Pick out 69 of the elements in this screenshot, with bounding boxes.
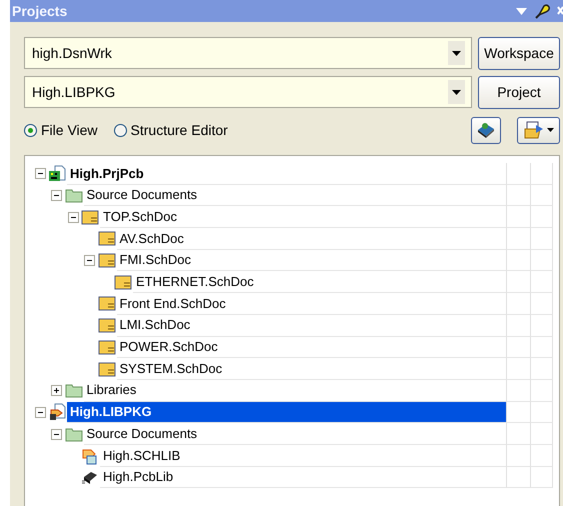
library-package-icon <box>48 403 66 422</box>
schematic-document-icon <box>98 340 116 355</box>
circuit-board-icon <box>48 164 66 183</box>
grid-cell <box>530 380 553 402</box>
grid-cell <box>530 444 553 467</box>
tree-item[interactable]: SYSTEM.SchDoc <box>118 358 224 378</box>
grid-cell <box>530 423 553 445</box>
pin-icon[interactable] <box>535 3 551 19</box>
grid-cell <box>530 402 553 424</box>
grid-cell <box>530 314 553 336</box>
tree-item[interactable]: High.LIBPKG <box>68 402 154 422</box>
grid-cell <box>530 336 553 358</box>
schematic-document-icon <box>98 253 116 268</box>
collapse-toggle[interactable] <box>34 168 46 180</box>
grid-cell <box>530 206 553 228</box>
collapse-toggle[interactable] <box>51 190 62 202</box>
tree-item[interactable]: High.PrjPcb <box>68 164 146 184</box>
panel-title: Projects <box>12 2 68 21</box>
radio-button[interactable] <box>114 124 127 136</box>
tree-item[interactable]: AV.SchDoc <box>118 228 186 248</box>
folder-icon <box>64 188 82 204</box>
tree-item[interactable]: High.PcbLib <box>101 467 176 487</box>
schematic-document-icon <box>98 318 116 334</box>
grid-cell <box>530 228 553 250</box>
schematic-library-icon <box>81 446 99 465</box>
expand-toggle[interactable] <box>51 385 62 396</box>
grid-cell <box>530 358 553 380</box>
schematic-document-icon <box>98 231 116 246</box>
compile-button[interactable] <box>471 116 501 144</box>
schematic-document-icon <box>81 210 99 225</box>
collapse-toggle[interactable] <box>51 428 62 440</box>
caret-icon <box>452 90 461 94</box>
schematic-document-icon <box>98 362 116 377</box>
tree-item[interactable]: POWER.SchDoc <box>118 337 220 357</box>
tree-item[interactable]: Source Documents <box>84 185 200 205</box>
caret-icon <box>546 128 554 132</box>
collapse-toggle[interactable] <box>34 406 46 418</box>
collapse-toggle[interactable] <box>84 255 95 266</box>
documents-icon <box>524 121 544 139</box>
folder-icon <box>64 383 82 398</box>
tree-item[interactable]: High.SCHLIB <box>101 446 182 466</box>
dropdown-icon[interactable] <box>516 8 527 14</box>
caret-icon <box>452 50 461 56</box>
grid-cell <box>530 466 553 488</box>
grid-cell <box>530 250 553 272</box>
workspace-combobox[interactable]: high.DsnWrk <box>24 37 472 69</box>
tree-item[interactable]: LMI.SchDoc <box>118 315 192 335</box>
radio-label[interactable]: Structure Editor <box>130 120 228 140</box>
tree-item[interactable]: Source Documents <box>84 424 200 444</box>
document-menu-button[interactable] <box>517 116 560 144</box>
grid-cell <box>530 293 553 315</box>
grid-cell <box>530 163 553 185</box>
schematic-document-icon <box>98 296 116 312</box>
tree-item[interactable]: Front End.SchDoc <box>118 294 228 314</box>
schematic-document-icon <box>114 274 132 290</box>
tree-item[interactable]: Libraries <box>84 380 138 400</box>
close-icon[interactable] <box>557 6 563 16</box>
project-combobox[interactable]: High.LIBPKG <box>24 76 472 108</box>
workspace-button[interactable]: Workspace <box>478 37 560 70</box>
tree-item[interactable]: ETHERNET.SchDoc <box>134 272 256 292</box>
radio-button[interactable] <box>24 124 37 136</box>
grid-cell <box>530 184 553 206</box>
tree-item[interactable]: TOP.SchDoc <box>101 206 179 226</box>
collapse-toggle[interactable] <box>68 212 78 223</box>
folder-icon <box>64 426 82 442</box>
grid-cell <box>530 271 553 294</box>
radio-label[interactable]: File View <box>41 120 98 140</box>
project-button[interactable]: Project <box>478 76 560 109</box>
tree-item[interactable]: FMI.SchDoc <box>118 250 194 270</box>
